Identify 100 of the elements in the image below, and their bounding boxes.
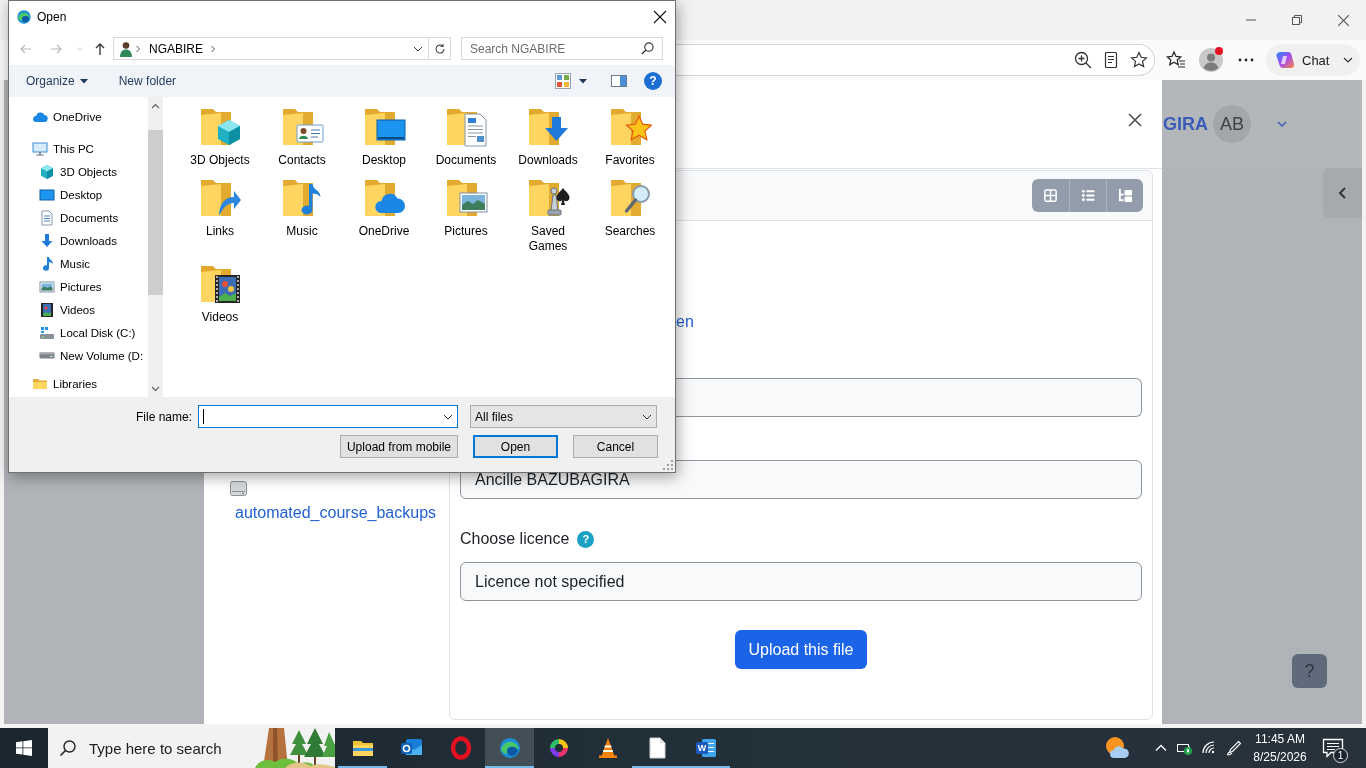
file-type-select[interactable]: All files [470,405,657,428]
folder-item[interactable]: Downloads [507,105,589,169]
storage-icon [230,481,247,496]
help-button[interactable]: ? [644,72,662,90]
down-arrow-icon [39,232,55,249]
text-cursor-icon [203,409,204,424]
nav-item[interactable]: 3D Objects [9,160,148,183]
breadcrumb-item[interactable]: NGABIRE [149,41,203,56]
nav-item[interactable]: Local Disk (C:) [9,321,148,344]
preview-pane-icon[interactable] [611,73,627,89]
window-title: Open [37,9,67,24]
folder-item[interactable]: Documents [425,105,507,169]
nav-item[interactable]: Music [9,252,148,275]
zoom-in-icon[interactable] [1074,51,1092,69]
chevron-right-icon [209,44,217,53]
upload-button[interactable]: Upload this file [734,630,868,669]
start-icon[interactable] [16,740,32,756]
swirl-logo-icon [497,736,522,760]
star-icon[interactable] [1130,51,1148,69]
close-icon[interactable] [1337,14,1349,26]
resize-grip-icon[interactable] [663,460,673,470]
folder-item[interactable]: 3D Objects [179,105,261,169]
search-icon [641,42,654,55]
ring-icon [448,736,473,760]
clock-date[interactable]: 8/25/2026 [1253,749,1307,765]
nav-item[interactable]: Videos [9,298,148,321]
view-button[interactable] [1032,179,1069,212]
person-icon [118,40,134,57]
nav-item[interactable]: Downloads [9,229,148,252]
nav-item[interactable]: New Volume (D: [9,344,148,367]
chevron-down-icon[interactable] [151,385,160,392]
nav-item[interactable]: Libraries [9,372,148,395]
monitor-icon [32,140,48,157]
screen-icon [39,186,55,203]
view-button[interactable] [1069,179,1106,212]
refresh-icon[interactable] [433,42,446,55]
address-bar[interactable]: NGABIRE [113,37,451,60]
tree-view-icon [1117,188,1133,203]
wifi-icon[interactable] [1201,740,1217,756]
text-input[interactable] [676,378,1142,417]
star-list-icon[interactable] [1166,50,1186,70]
nav-item[interactable]: This PC [9,137,148,160]
chevron-left-icon [1336,187,1349,199]
folder-item[interactable]: Music [261,176,343,255]
nav-item[interactable]: OneDrive [9,105,148,128]
new-folder-button[interactable]: New folder [111,69,184,93]
file-name-field[interactable] [198,405,458,428]
film-icon [39,301,55,318]
folder-item[interactable]: Desktop [343,105,425,169]
notification-count-badge: 1 [1333,748,1348,763]
chevron-up-icon[interactable] [1155,742,1167,754]
avatar-icon[interactable] [1199,48,1223,72]
dialog-button[interactable]: Cancel [573,435,658,458]
taskbar-app-button[interactable]: W [681,728,730,768]
folder-item[interactable]: Pictures [425,176,507,255]
search-icon [59,739,77,757]
picture-icon [39,278,55,295]
scrollbar-thumb[interactable] [148,130,163,295]
search-field[interactable]: Type here to search [48,728,335,768]
chat-logo-icon [1275,50,1295,70]
dialog-button[interactable]: Open [473,435,558,458]
user-avatar[interactable]: AB [1213,105,1251,143]
folder-item[interactable]: Contacts [261,105,343,169]
folder-item[interactable]: Favorites [589,105,671,169]
repository-link[interactable]: automated_course_backups [230,481,441,522]
pen-icon[interactable] [1226,740,1242,756]
sidebar-toggle-button[interactable] [1323,168,1362,218]
weather-icon[interactable] [1104,735,1130,761]
chevron-up-icon[interactable] [151,102,160,109]
field-label: File name: [134,409,192,424]
drive-icon [39,352,55,359]
folder-item[interactable]: Videos [179,262,261,326]
organize-button[interactable]: Organize [19,69,95,93]
view-button[interactable] [1106,179,1143,212]
search-field[interactable]: Search NGABIRE [461,37,663,60]
folder-item[interactable]: Links [179,176,261,255]
clock-time[interactable]: 11:45 AM [1255,731,1305,747]
close-icon[interactable] [653,9,667,24]
nav-item[interactable]: Documents [9,206,148,229]
licence-select[interactable]: Licence not specified [460,562,1142,601]
cube-icon [39,163,55,180]
folder-item[interactable]: OneDrive [343,176,425,255]
list-icon [1080,188,1096,203]
disk-drive-icon [39,324,55,341]
document-icon [39,209,55,226]
nav-item[interactable]: Desktop [9,183,148,206]
logo-icon [16,8,32,25]
notification-icon[interactable] [1322,737,1344,759]
page-lines-icon[interactable] [1102,51,1120,69]
tiles-icon [555,73,571,89]
dialog-button[interactable]: Upload from mobile [339,435,458,458]
field-label: Choose licence [460,530,570,548]
chat-button[interactable]: Chat [1266,44,1360,76]
grid-icon [1043,188,1058,203]
folder-item[interactable]: Saved Games [507,176,589,255]
folder-item[interactable]: Searches [589,176,671,255]
nav-item[interactable]: Pictures [9,275,148,298]
close-icon[interactable] [1128,113,1142,127]
restore-icon[interactable] [1292,15,1302,25]
link[interactable]: en [676,312,694,331]
